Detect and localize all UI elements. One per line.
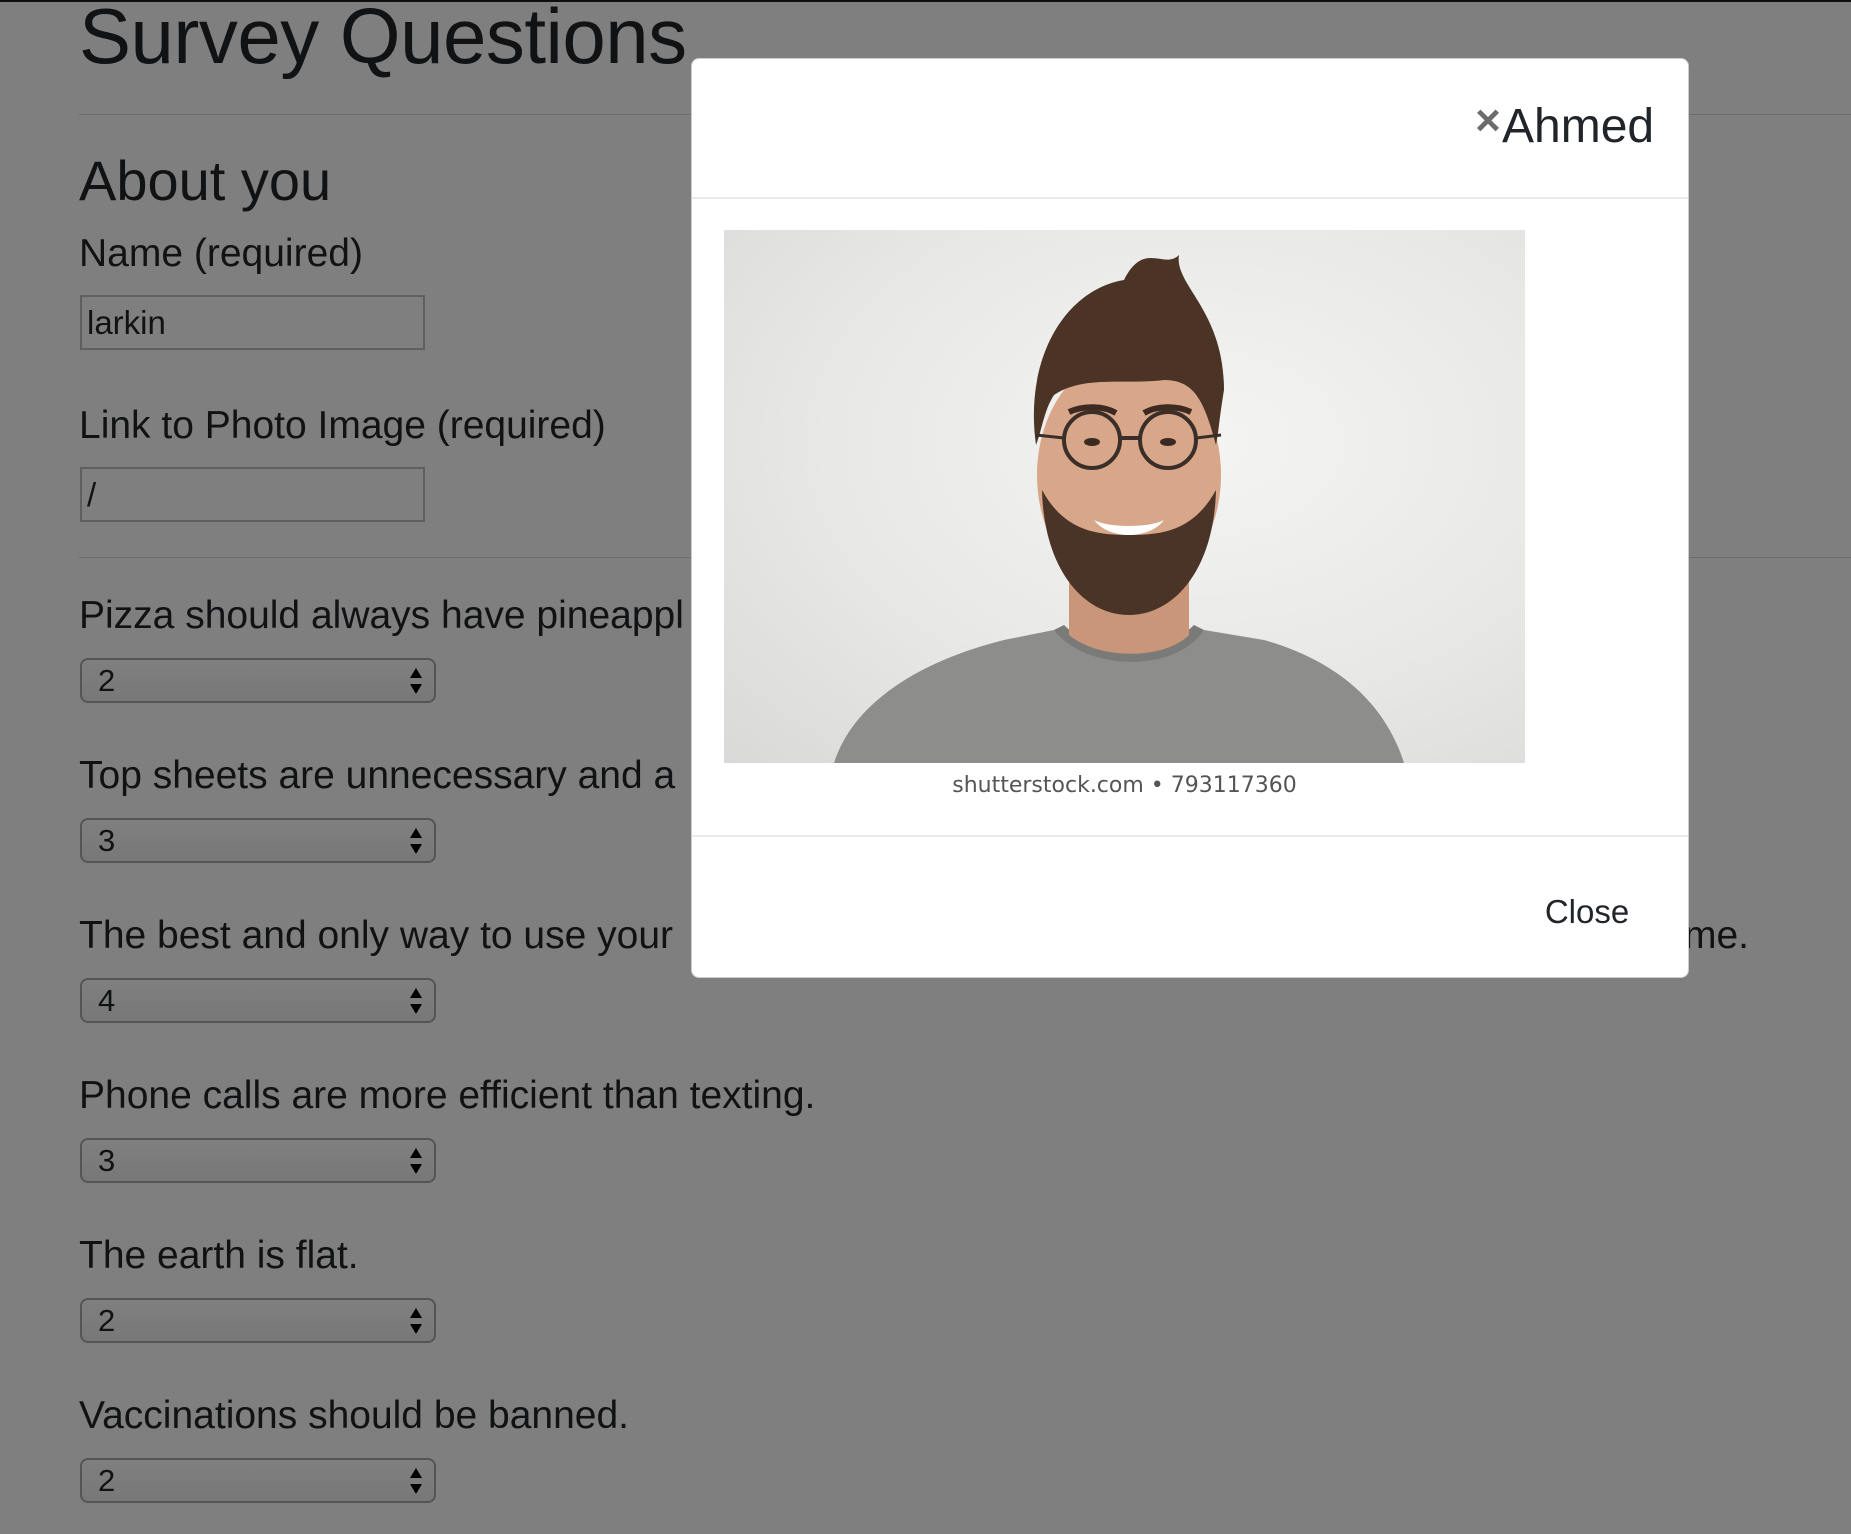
photo-modal: × Ahmed shutterstock.com • 793117360 Clo… [691,58,1689,978]
close-button[interactable]: Close [1522,887,1652,937]
modal-footer: Close [692,835,1688,979]
modal-title: Ahmed [1502,100,1655,153]
profile-photo [724,230,1525,763]
modal-header: × Ahmed [692,59,1688,199]
close-icon[interactable]: × [1470,99,1506,143]
image-credit: shutterstock.com • 793117360 [952,773,1297,798]
